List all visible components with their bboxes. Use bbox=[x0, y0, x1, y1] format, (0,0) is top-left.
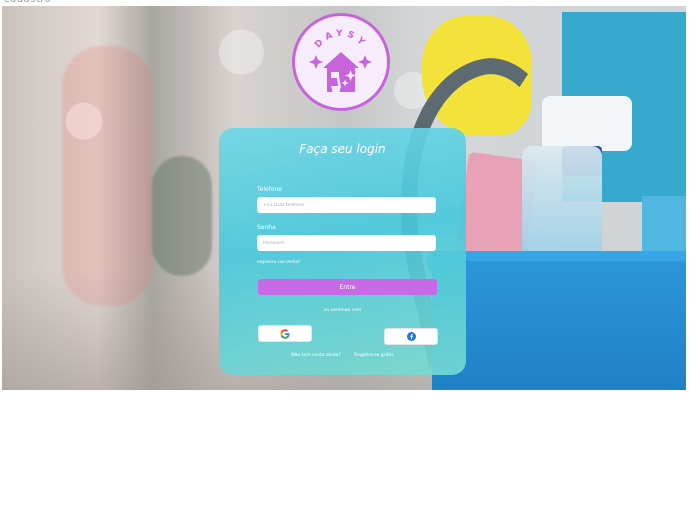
google-icon bbox=[280, 328, 290, 339]
login-card: Faça seu login Telefone Senha esqueceu s… bbox=[219, 128, 466, 375]
google-login-button[interactable] bbox=[258, 325, 312, 342]
svg-text:DAYSY: DAYSY bbox=[313, 29, 369, 50]
background-blur-left bbox=[62, 46, 152, 306]
register-line: Não tem conta ainda? Registre-se grátis bbox=[219, 353, 466, 358]
forgot-password-link[interactable]: esqueceu sua senha? bbox=[257, 259, 300, 264]
register-link[interactable]: Registre-se grátis bbox=[354, 353, 393, 358]
phone-input[interactable] bbox=[257, 197, 436, 213]
no-account-text: Não tem conta ainda? bbox=[291, 353, 341, 358]
facebook-login-button[interactable] bbox=[384, 328, 438, 345]
spray-head bbox=[542, 96, 632, 151]
brand-logo: DAYSY bbox=[292, 13, 390, 111]
house-broom-logo-icon: DAYSY bbox=[309, 29, 372, 94]
password-label: Senha bbox=[257, 224, 276, 231]
phone-label: Telefone bbox=[257, 186, 282, 193]
password-input[interactable] bbox=[257, 235, 436, 251]
enter-button[interactable]: Entre bbox=[258, 279, 437, 295]
page-label: cadastro bbox=[4, 0, 51, 5]
facebook-icon bbox=[406, 332, 416, 341]
background-blur-plant bbox=[152, 156, 212, 276]
brand-name: DAYSY bbox=[313, 29, 365, 50]
alt-login-text: ou continue com bbox=[323, 308, 362, 313]
blue-bucket bbox=[432, 261, 686, 390]
login-title: Faça seu login bbox=[299, 142, 386, 156]
